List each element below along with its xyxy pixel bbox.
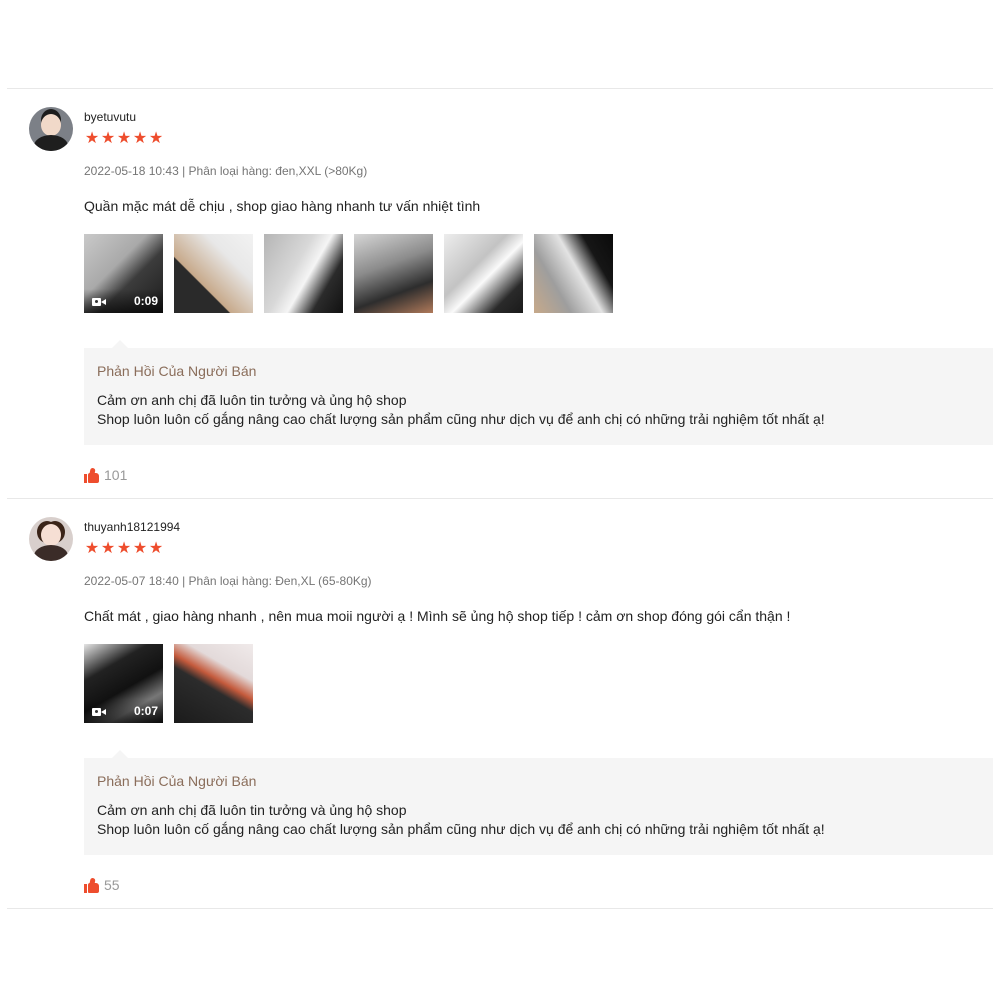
star-icon: ★ — [84, 540, 100, 557]
like-button[interactable]: 101 — [84, 467, 127, 483]
video-camera-icon — [92, 297, 106, 307]
review-comment: Quần mặc mát dễ chịu , shop giao hàng nh… — [84, 198, 481, 214]
seller-reply-text: Shop luôn luôn cố gắng nâng cao chất lượ… — [97, 821, 825, 837]
review-image-thumbnail[interactable] — [264, 234, 343, 313]
star-icon: ★ — [100, 540, 116, 557]
review-divider — [7, 498, 993, 499]
seller-reply-text: Cảm ơn anh chị đã luôn tin tưởng và ủng … — [97, 802, 407, 818]
seller-reply: Phản Hồi Của Người Bán Cảm ơn anh chị đã… — [84, 750, 993, 855]
username[interactable]: byetuvutu — [84, 110, 136, 124]
star-icon: ★ — [84, 130, 100, 147]
review-meta: 2022-05-18 10:43 | Phân loại hàng: đen,X… — [84, 164, 368, 178]
star-icon: ★ — [132, 540, 148, 557]
star-icon: ★ — [116, 540, 132, 557]
star-icon: ★ — [148, 130, 164, 147]
rating-stars: ★ ★ ★ ★ ★ — [84, 541, 164, 557]
seller-reply: Phản Hồi Của Người Bán Cảm ơn anh chị đã… — [84, 340, 993, 445]
like-button[interactable]: 55 — [84, 877, 120, 893]
review-video-thumbnail[interactable]: 0:09 — [84, 234, 163, 313]
like-count: 55 — [104, 877, 120, 893]
bottom-divider — [7, 908, 993, 909]
video-duration: 0:07 — [133, 704, 158, 718]
review-comment: Chất mát , giao hàng nhanh , nên mua moi… — [84, 608, 791, 624]
star-icon: ★ — [100, 130, 116, 147]
review-item: byetuvutu ★ ★ ★ ★ ★ 2022-05-18 10:43 | P… — [0, 107, 993, 487]
avatar[interactable] — [29, 517, 73, 561]
seller-reply-text: Cảm ơn anh chị đã luôn tin tưởng và ủng … — [97, 392, 407, 408]
top-divider — [7, 88, 993, 89]
review-video-thumbnail[interactable]: 0:07 — [84, 644, 163, 723]
thumbs-up-icon — [84, 467, 99, 483]
thumbs-up-icon — [84, 877, 99, 893]
seller-reply-title: Phản Hồi Của Người Bán — [97, 363, 257, 379]
review-image-thumbnail[interactable] — [174, 234, 253, 313]
review-media: 0:07 — [84, 644, 253, 723]
username[interactable]: thuyanh18121994 — [84, 520, 180, 534]
review-image-thumbnail[interactable] — [534, 234, 613, 313]
like-count: 101 — [104, 467, 128, 483]
review-item: thuyanh18121994 ★ ★ ★ ★ ★ 2022-05-07 18:… — [0, 517, 993, 897]
review-media: 0:09 — [84, 234, 613, 313]
review-image-thumbnail[interactable] — [444, 234, 523, 313]
review-image-thumbnail[interactable] — [174, 644, 253, 723]
video-duration: 0:09 — [133, 294, 158, 308]
star-icon: ★ — [116, 130, 132, 147]
rating-stars: ★ ★ ★ ★ ★ — [84, 131, 164, 147]
seller-reply-title: Phản Hồi Của Người Bán — [97, 773, 257, 789]
star-icon: ★ — [132, 130, 148, 147]
seller-reply-text: Shop luôn luôn cố gắng nâng cao chất lượ… — [97, 411, 825, 427]
avatar[interactable] — [29, 107, 73, 151]
star-icon: ★ — [148, 540, 164, 557]
review-image-thumbnail[interactable] — [354, 234, 433, 313]
video-camera-icon — [92, 707, 106, 717]
review-meta: 2022-05-07 18:40 | Phân loại hàng: Đen,X… — [84, 574, 372, 588]
